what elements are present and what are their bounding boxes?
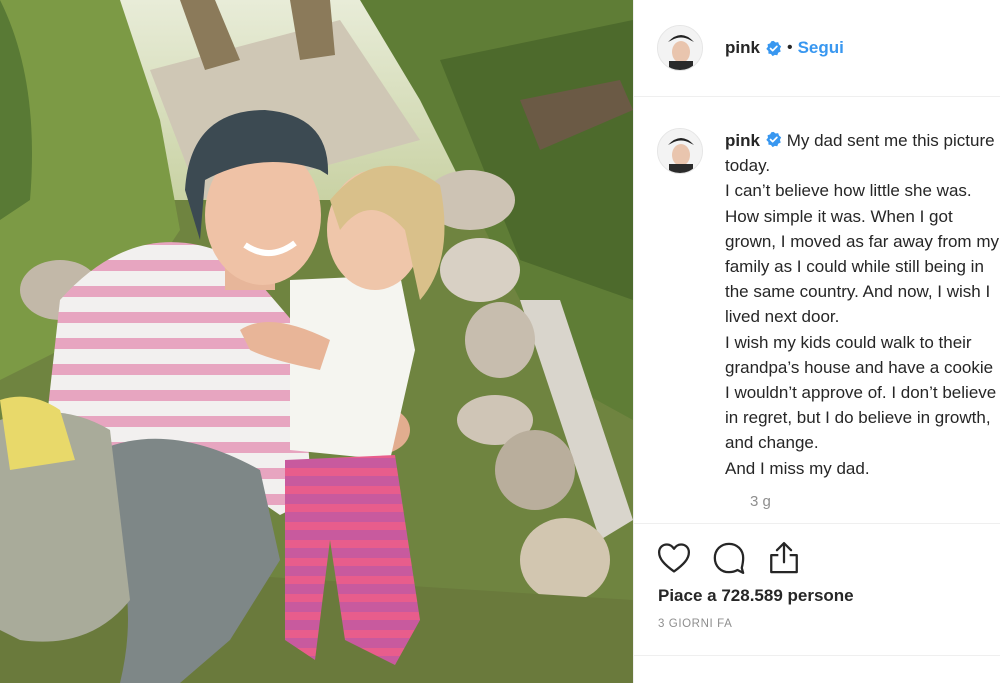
action-bar: [634, 524, 1000, 576]
avatar-image: [658, 26, 702, 70]
caption-row: pink My dad sent me this picture today. …: [657, 128, 1000, 481]
post-side-panel: pink • Segui pink My dad sent me this pi…: [633, 0, 1000, 683]
actions-section: Piace a 728.589 persone 3 GIORNI FA: [634, 523, 1000, 655]
header-separator: •: [786, 39, 793, 56]
like-button[interactable]: [656, 540, 692, 576]
comment-button[interactable]: [711, 540, 747, 576]
heart-icon: [657, 543, 691, 573]
post-header: pink • Segui: [634, 0, 1000, 97]
post-date[interactable]: 3 GIORNI FA: [658, 618, 1000, 630]
verified-badge-icon: [766, 40, 782, 56]
follow-button[interactable]: Segui: [798, 38, 844, 58]
caption-avatar[interactable]: [657, 128, 703, 174]
share-icon: [770, 541, 798, 574]
caption-text-block: pink My dad sent me this picture today. …: [725, 128, 1000, 481]
comment-icon: [713, 542, 745, 575]
caption-username[interactable]: pink: [725, 131, 760, 150]
caption-verified-badge-icon: [766, 131, 782, 148]
footer-divider: [634, 655, 1000, 656]
caption-avatar-image: [658, 129, 702, 173]
likes-count[interactable]: Piace a 728.589 persone: [658, 586, 1000, 606]
photo-image: [0, 0, 633, 683]
post-photo[interactable]: [0, 0, 633, 683]
caption-time: 3 g: [750, 492, 771, 510]
profile-avatar[interactable]: [657, 25, 703, 71]
post-username[interactable]: pink: [725, 38, 760, 58]
share-button[interactable]: [766, 540, 802, 576]
caption-text: My dad sent me this picture today. I can…: [725, 131, 999, 478]
caption-area: pink My dad sent me this picture today. …: [634, 98, 1000, 523]
